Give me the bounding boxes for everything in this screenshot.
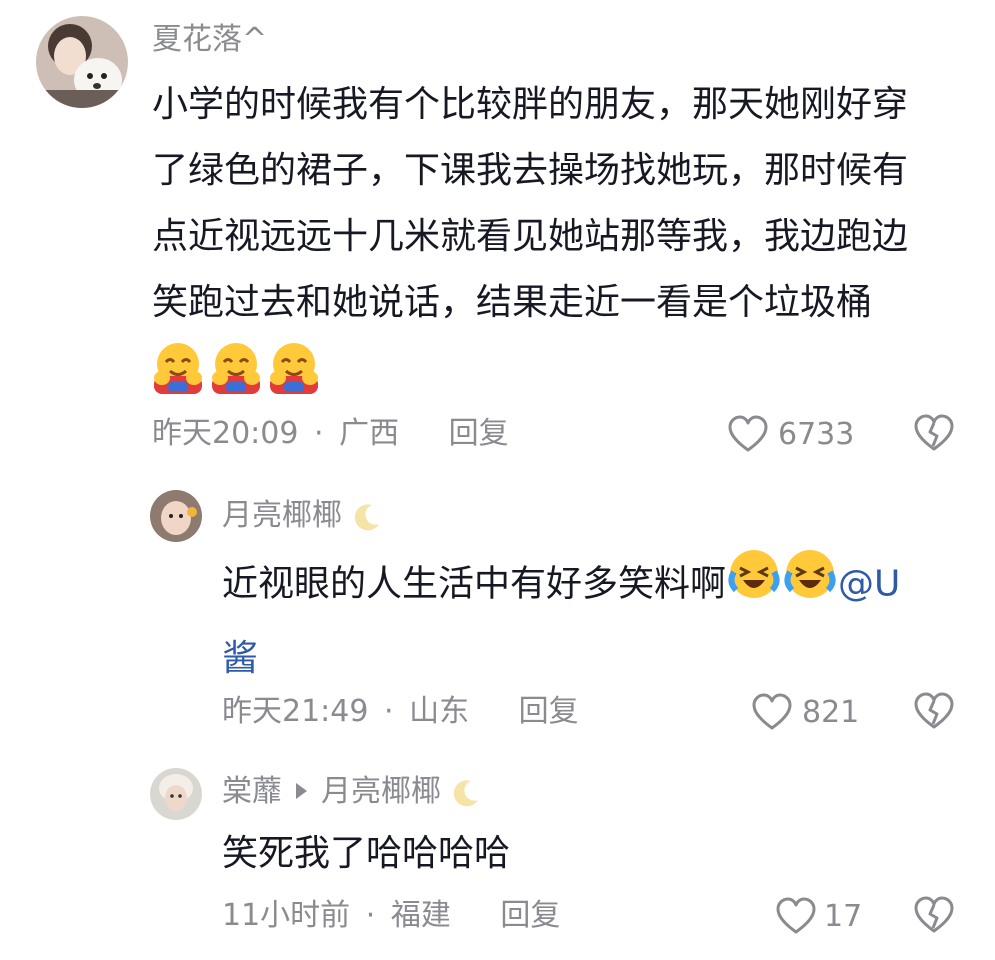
location: 广西 [339, 416, 400, 451]
comment-reply-1: 月亮椰椰 近视眼的人生活中有好多笑料啊 @U 酱 昨天21:49 · 山东 回复… [0, 470, 995, 760]
avatar[interactable] [150, 490, 202, 542]
comment-meta: 11小时前 · 福建 回复 [222, 896, 560, 936]
avatar[interactable] [150, 768, 202, 820]
timestamp: 昨天20:09 [152, 416, 299, 451]
timestamp: 昨天21:49 [222, 694, 369, 729]
crescent-moon-icon [354, 503, 379, 530]
comment-text-line: 了绿色的裙子，下课我去操场找她玩，那时候有 [152, 150, 909, 191]
dislike-button[interactable] [914, 692, 954, 734]
comment-meta: 昨天21:49 · 山东 回复 [222, 692, 579, 732]
meta-separator: · [384, 694, 394, 729]
like-count: 6733 [778, 416, 855, 452]
avatar[interactable] [36, 16, 128, 108]
comment-text-line: 点近视远远十几米就看见她站那等我，我边跑边 [152, 216, 909, 257]
reply-header: 棠蘼 月亮椰椰 [222, 774, 481, 810]
crescent-moon-icon [453, 779, 478, 806]
comment-text: 笑死我了哈哈哈哈 [222, 833, 511, 874]
hugging-face-icon [208, 340, 264, 400]
mention-link[interactable]: 酱 [222, 638, 258, 679]
heart-icon [776, 897, 816, 934]
username[interactable]: 夏花落^ [152, 22, 267, 58]
comment-text-line: 小学的时候我有个比较胖的朋友，那天她刚好穿 [152, 84, 909, 125]
heart-icon [728, 415, 768, 452]
username[interactable]: 棠蘼 [222, 774, 282, 809]
comment-reply-2: 棠蘼 月亮椰椰 笑死我了哈哈哈哈 11小时前 · 福建 回复 17 [0, 760, 995, 960]
emoji-row [150, 340, 322, 396]
reply-button[interactable]: 回复 [449, 416, 509, 451]
like-count: 821 [802, 694, 860, 730]
comment-text-line: 笑跑过去和她说话，结果走近一看是个垃圾桶 [152, 282, 873, 323]
broken-heart-icon [914, 896, 954, 933]
meta-separator: · [314, 416, 324, 451]
timestamp: 11小时前 [222, 898, 351, 933]
comment-text: 小学的时候我有个比较胖的朋友，那天她刚好穿 了绿色的裙子，下课我去操场找她玩，那… [152, 72, 972, 336]
broken-heart-icon [914, 692, 954, 729]
dislike-button[interactable] [914, 896, 954, 938]
comment-1: 夏花落^ 小学的时候我有个比较胖的朋友，那天她刚好穿 了绿色的裙子，下课我去操场… [0, 0, 995, 470]
hugging-face-icon [266, 340, 322, 400]
like-button[interactable]: 17 [776, 894, 862, 938]
like-button[interactable]: 6733 [728, 412, 854, 456]
loudly-crying-laughing-icon [782, 546, 838, 625]
location: 福建 [390, 898, 451, 933]
comment-text-line: 近视眼的人生活中有好多笑料啊 [222, 563, 727, 605]
heart-icon [752, 693, 792, 730]
dislike-button[interactable] [914, 414, 954, 456]
like-button[interactable]: 821 [752, 690, 859, 734]
mention-link[interactable]: @U [838, 564, 900, 605]
hugging-face-icon [150, 340, 206, 400]
like-count: 17 [824, 898, 863, 934]
location: 山东 [409, 694, 470, 729]
loudly-crying-laughing-icon [726, 546, 782, 625]
reply-to-username[interactable]: 月亮椰椰 [321, 774, 441, 809]
reply-button[interactable]: 回复 [500, 898, 560, 933]
reply-arrow-icon [296, 782, 307, 799]
comment-meta: 昨天20:09 · 广西 回复 [152, 414, 509, 454]
comment-text: 近视眼的人生活中有好多笑料啊 @U 酱 [222, 546, 962, 693]
reply-button[interactable]: 回复 [519, 694, 579, 729]
username[interactable]: 月亮椰椰 [222, 498, 382, 534]
broken-heart-icon [914, 414, 954, 451]
username-text: 月亮椰椰 [222, 498, 342, 533]
meta-separator: · [365, 898, 376, 933]
